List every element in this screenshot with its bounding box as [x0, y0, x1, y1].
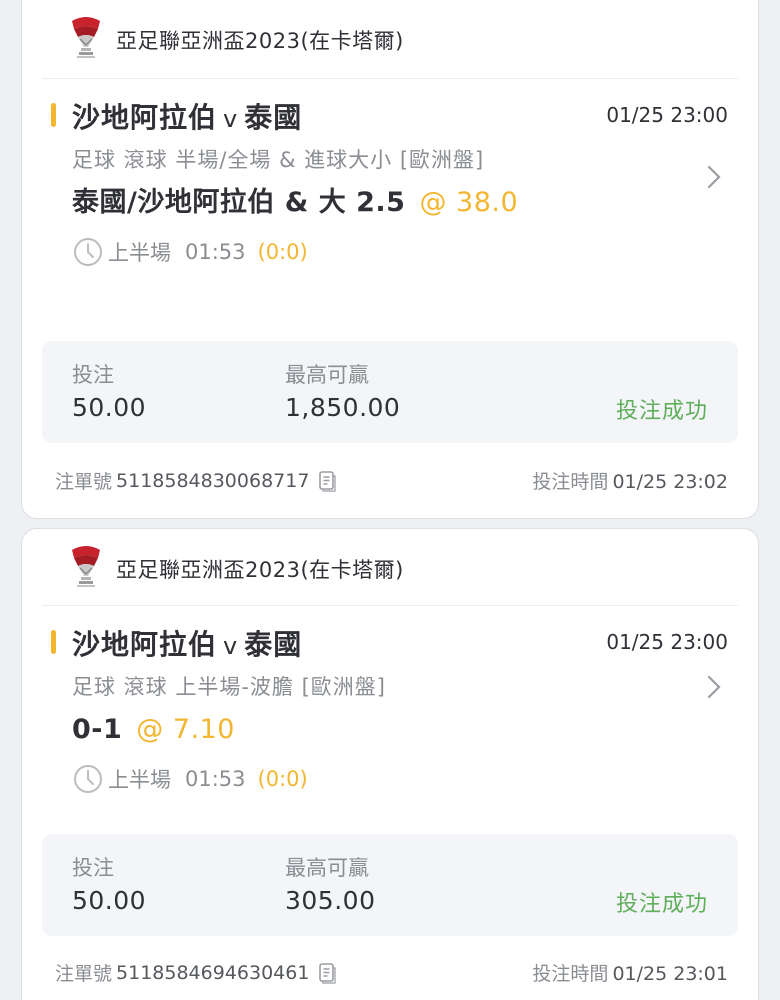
away-team: 泰國 — [244, 101, 303, 134]
market-description: 足球 滾球 半場/全場 & 進球大小 [歐洲盤] — [72, 148, 485, 172]
stake-label: 投注 — [72, 363, 114, 387]
bet-selection: 0-1 @ 7.10 — [72, 704, 758, 756]
match-row[interactable]: 沙地阿拉伯 v 泰國 01/25 23:00 — [22, 87, 758, 143]
bet-summary-box: 投注 50.00 最高可贏 1,850.00 投注成功 — [42, 341, 738, 443]
accent-bar — [51, 103, 56, 127]
ticket-number-row: 注單號 5118584694630461 — [55, 959, 337, 986]
selection-text: 0-1 — [72, 714, 123, 745]
vs-label: v — [223, 632, 239, 660]
chevron-right-icon[interactable] — [706, 163, 722, 191]
elapsed-time: 01:53 — [185, 767, 246, 791]
match-title: 沙地阿拉伯 v 泰國 — [72, 623, 302, 663]
market-row[interactable]: 足球 滾球 上半場-波膽 [歐洲盤] — [22, 670, 758, 704]
ticket-label: 注單號 — [55, 471, 113, 493]
match-period: 上半場 — [108, 768, 171, 792]
card-header: 亞足聯亞洲盃2023(在卡塔爾) — [42, 0, 738, 79]
live-score: (0:0) — [257, 240, 308, 264]
bet-card-2: 亞足聯亞洲盃2023(在卡塔爾) 沙地阿拉伯 v 泰國 01/25 23:00 足球… — [21, 528, 759, 1000]
accent-bar — [51, 630, 56, 654]
afc-asian-cup-logo-icon — [72, 17, 100, 58]
vs-label: v — [223, 105, 239, 133]
live-score: (0:0) — [257, 767, 308, 791]
league-name: 亞足聯亞洲盃2023(在卡塔爾) — [116, 29, 404, 53]
odds: @ 38.0 — [419, 187, 519, 218]
max-win-value: 305.00 — [285, 886, 376, 915]
ticket-number-row: 注單號 5118584830068717 — [55, 467, 337, 494]
stake-value: 50.00 — [72, 393, 147, 422]
market-row[interactable]: 足球 滾球 半場/全場 & 進球大小 [歐洲盤] — [22, 143, 758, 189]
home-team: 沙地阿拉伯 — [72, 101, 218, 134]
stake-label: 投注 — [72, 856, 114, 880]
match-time: 01/25 23:00 — [606, 630, 728, 654]
bet-time-label: 投注時間 — [532, 963, 609, 985]
bet-summary-box: 投注 50.00 最高可贏 305.00 投注成功 — [42, 834, 738, 936]
bet-time: 01/25 23:01 — [612, 963, 728, 985]
market-description: 足球 滾球 上半場-波膽 [歐洲盤] — [72, 675, 386, 699]
bet-time-label: 投注時間 — [532, 471, 609, 493]
league-name: 亞足聯亞洲盃2023(在卡塔爾) — [116, 558, 404, 582]
max-win-label: 最高可贏 — [285, 363, 369, 387]
clock-icon — [74, 238, 102, 266]
ticket-number: 5118584694630461 — [116, 961, 310, 984]
bet-time: 01/25 23:02 — [612, 471, 728, 493]
bet-time-row: 投注時間 01/25 23:01 — [532, 959, 728, 986]
away-team: 泰國 — [244, 628, 303, 661]
ticket-number: 5118584830068717 — [116, 469, 310, 492]
bet-status: 投注成功 — [615, 892, 708, 917]
match-row[interactable]: 沙地阿拉伯 v 泰國 01/25 23:00 — [22, 614, 758, 670]
max-win-label: 最高可贏 — [285, 856, 369, 880]
match-title: 沙地阿拉伯 v 泰國 — [72, 96, 302, 136]
card-footer: 注單號 5118584694630461 投注時間 01/25 23:01 — [55, 959, 728, 989]
live-status: 上半場 01:53 (0:0) — [72, 756, 758, 802]
selection-text: 泰國/沙地阿拉伯 & 大 2.5 — [72, 187, 406, 218]
bet-status: 投注成功 — [615, 399, 708, 424]
bet-card-1: 亞足聯亞洲盃2023(在卡塔爾) 沙地阿拉伯 v 泰國 01/25 23:00 足球… — [21, 0, 759, 519]
ticket-label: 注單號 — [55, 963, 113, 985]
card-header: 亞足聯亞洲盃2023(在卡塔爾) — [42, 529, 738, 606]
live-status: 上半場 01:53 (0:0) — [72, 229, 758, 275]
bet-time-row: 投注時間 01/25 23:02 — [532, 467, 728, 494]
odds: @ 7.10 — [136, 714, 235, 745]
max-win-value: 1,850.00 — [285, 393, 401, 422]
card-footer: 注單號 5118584830068717 投注時間 01/25 23:02 — [55, 467, 728, 497]
stake-value: 50.00 — [72, 886, 147, 915]
copy-icon[interactable] — [317, 470, 337, 492]
match-period: 上半場 — [108, 241, 171, 265]
chevron-right-icon[interactable] — [706, 673, 722, 701]
elapsed-time: 01:53 — [185, 240, 246, 264]
copy-icon[interactable] — [317, 962, 337, 984]
clock-icon — [74, 765, 102, 793]
home-team: 沙地阿拉伯 — [72, 628, 218, 661]
afc-asian-cup-logo-icon — [72, 546, 100, 587]
bet-selection: 泰國/沙地阿拉伯 & 大 2.5 @ 38.0 — [72, 177, 758, 229]
match-time: 01/25 23:00 — [606, 103, 728, 127]
